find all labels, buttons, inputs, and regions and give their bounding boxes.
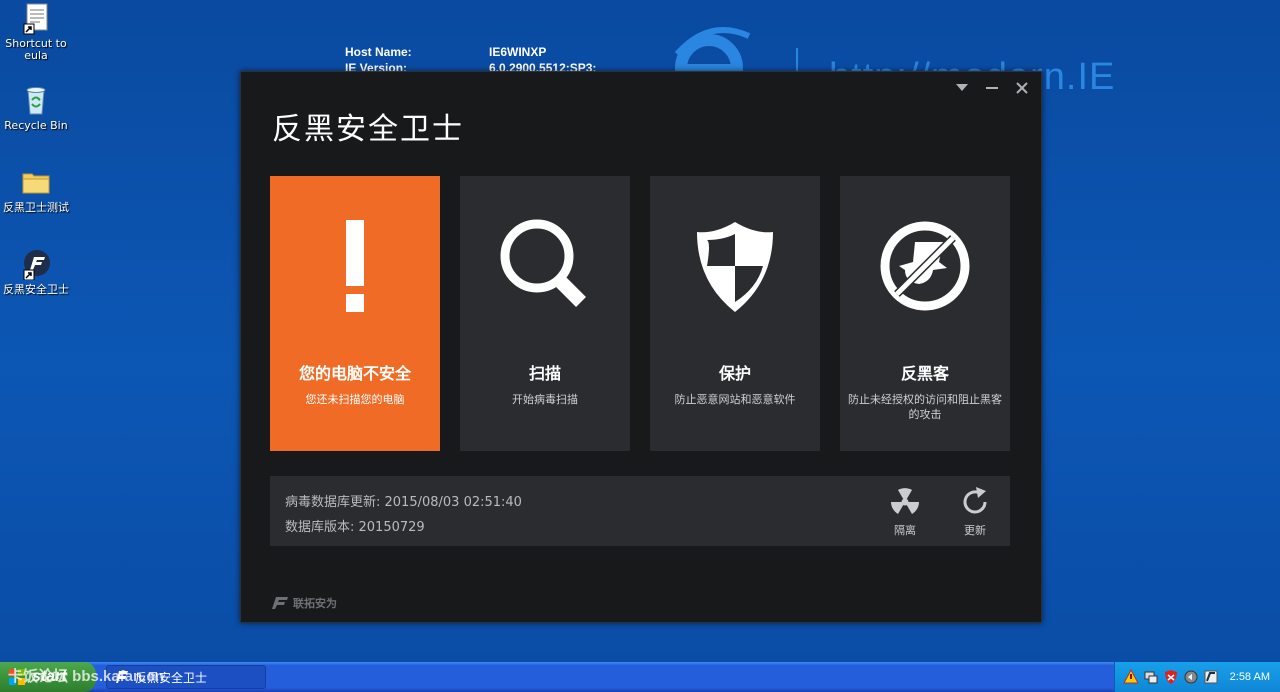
- tile-desc: 您还未扫描您的电脑: [305, 393, 405, 406]
- menu-icon[interactable]: [951, 78, 973, 98]
- app-logo-icon: [20, 248, 52, 281]
- sysinfo-key: Host Name:: [345, 45, 412, 59]
- tray-security-shield-icon[interactable]: [1163, 669, 1179, 685]
- database-info-bar: 病毒数据库更新: 2015/08/03 02:51:40 数据库版本: 2015…: [270, 476, 1010, 546]
- db-version-text: 数据库版本: 20150729: [285, 520, 425, 535]
- update-label: 更新: [964, 524, 986, 537]
- tile-title: 扫描: [528, 364, 561, 383]
- start-label: start: [32, 668, 67, 685]
- feature-tiles: 您的电脑不安全 您还未扫描您的电脑 扫描 开始病毒扫描 保护 防止恶意网站和恶意…: [270, 176, 1010, 451]
- db-update-text: 病毒数据库更新: 2015/08/03 02:51:40: [285, 495, 522, 510]
- tile-desc: 防止未经授权的访问和阻止黑客的攻击: [848, 393, 1002, 421]
- desktop-icon-app[interactable]: 反黑安全卫士: [0, 248, 72, 296]
- exclamation-icon: [305, 216, 405, 316]
- update-button[interactable]: 更新: [950, 484, 1000, 538]
- desktop-icon-eula[interactable]: Shortcut to eula: [0, 2, 72, 62]
- desktop-icon-test-folder[interactable]: 反黑卫士测试: [0, 166, 72, 214]
- shield-icon: [685, 216, 785, 316]
- quarantine-button[interactable]: 隔离: [880, 484, 930, 538]
- desktop-icon-label: 反黑卫士测试: [3, 201, 69, 214]
- taskbar-app-button[interactable]: 反黑安全卫士: [106, 665, 266, 689]
- tray-network-icon[interactable]: [1143, 669, 1159, 685]
- app-logo-icon: [116, 671, 128, 683]
- taskbar: start 反黑安全卫士 卡饭论坛 bbs.kafan.cn 2:58 AM: [0, 662, 1280, 692]
- system-tray: 2:58 AM: [1114, 662, 1280, 692]
- desktop-icon-recycle-bin[interactable]: Recycle Bin: [0, 84, 72, 132]
- desktop-icon-label: 反黑安全卫士: [3, 283, 69, 296]
- app-window: 反黑安全卫士 您的电脑不安全 您还未扫描您的电脑 扫描 开始病毒扫描 保护 防止…: [240, 71, 1042, 623]
- recycle-bin-icon: [20, 84, 52, 116]
- document-shortcut-icon: [20, 2, 52, 35]
- no-hacker-icon: [875, 216, 975, 316]
- windows-logo-icon: [9, 669, 25, 685]
- tile-desc: 开始病毒扫描: [512, 393, 578, 406]
- taskbar-app-label: 反黑安全卫士: [135, 670, 208, 685]
- magnifier-icon: [495, 216, 595, 316]
- clock: 2:58 AM: [1229, 671, 1270, 683]
- radiation-icon: [887, 484, 923, 520]
- tile-title: 您的电脑不安全: [298, 364, 411, 383]
- desktop-icon-label: Recycle Bin: [4, 119, 68, 132]
- vendor-logo-icon: [272, 597, 288, 609]
- refresh-icon: [957, 484, 993, 520]
- start-button[interactable]: start: [0, 662, 96, 692]
- tile-status[interactable]: 您的电脑不安全 您还未扫描您的电脑: [270, 176, 440, 451]
- tray-volume-icon[interactable]: [1183, 669, 1199, 685]
- tile-desc: 防止恶意网站和恶意软件: [674, 393, 796, 406]
- folder-icon: [20, 166, 52, 198]
- tile-title: 反黑客: [900, 364, 949, 383]
- vendor-logo: 联拓安为: [271, 595, 337, 611]
- tile-anti-hacker[interactable]: 反黑客 防止未经授权的访问和阻止黑客的攻击: [840, 176, 1010, 451]
- vendor-name: 联拓安为: [293, 597, 337, 610]
- tile-title: 保护: [718, 364, 751, 383]
- tray-app-icon[interactable]: [1203, 669, 1219, 685]
- minimize-icon[interactable]: [981, 78, 1003, 98]
- desktop-icon-label: Shortcut to eula: [5, 37, 67, 62]
- quarantine-label: 隔离: [894, 524, 916, 537]
- tile-protect[interactable]: 保护 防止恶意网站和恶意软件: [650, 176, 820, 451]
- tile-scan[interactable]: 扫描 开始病毒扫描: [460, 176, 630, 451]
- close-icon[interactable]: [1011, 78, 1033, 98]
- tray-warning-icon[interactable]: [1123, 669, 1139, 685]
- app-title: 反黑安全卫士: [272, 112, 464, 147]
- window-controls: [951, 78, 1033, 98]
- sysinfo-value: IE6WINXP: [489, 45, 547, 59]
